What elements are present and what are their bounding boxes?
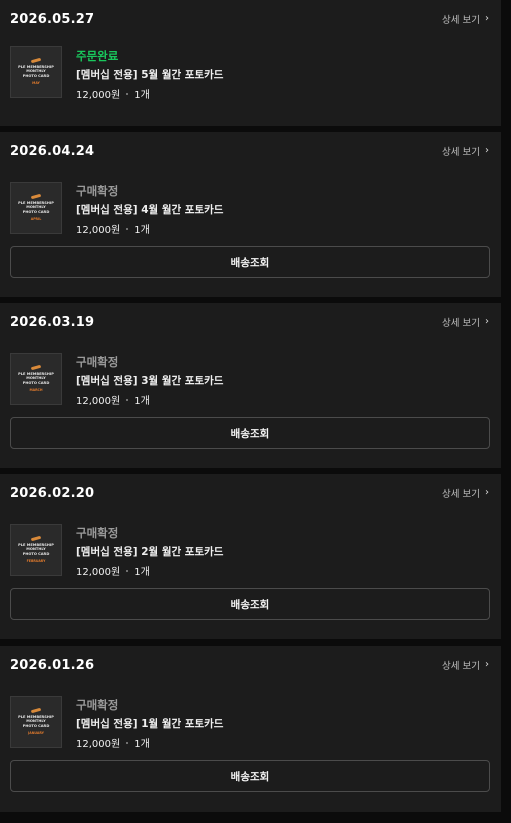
brand-logo-icon bbox=[30, 535, 42, 541]
product-name[interactable]: [멤버십 전용] 4월 월간 포토카드 bbox=[76, 202, 223, 217]
thumb-month: APRIL bbox=[30, 217, 42, 222]
chevron-right-icon: › bbox=[485, 659, 489, 670]
separator-dot bbox=[126, 741, 129, 744]
quantity: 1개 bbox=[134, 739, 150, 750]
chevron-right-icon: › bbox=[485, 145, 489, 156]
price: 12,000원 bbox=[76, 396, 121, 407]
order-status: 구매확정 bbox=[76, 355, 119, 369]
thumb-text: PHOTO CARD bbox=[22, 380, 50, 385]
order-card: 2026.01.26 상세 보기 › PLE MEMBERSHIP MONTHL… bbox=[0, 646, 501, 812]
view-detail-label: 상세 보기 bbox=[442, 489, 480, 500]
order-status: 구매확정 bbox=[76, 698, 119, 712]
view-detail-link[interactable]: 상세 보기 › bbox=[442, 12, 489, 27]
view-detail-link[interactable]: 상세 보기 › bbox=[442, 144, 489, 159]
thumb-text: PHOTO CARD bbox=[22, 209, 50, 214]
price-quantity: 12,000원 1개 bbox=[76, 221, 150, 236]
product-thumbnail[interactable]: PLE MEMBERSHIP MONTHLY PHOTO CARD MAY bbox=[10, 46, 62, 98]
order-date: 2026.01.26 bbox=[10, 658, 95, 673]
price: 12,000원 bbox=[76, 225, 121, 236]
thumb-text: PHOTO CARD bbox=[22, 723, 50, 728]
order-history-list: 2026.05.27 상세 보기 › PLE MEMBERSHIP MONTHL… bbox=[0, 0, 501, 823]
view-detail-label: 상세 보기 bbox=[442, 147, 480, 158]
order-date: 2026.03.19 bbox=[10, 315, 95, 330]
price-quantity: 12,000원 1개 bbox=[76, 86, 150, 101]
order-card: 2026.05.27 상세 보기 › PLE MEMBERSHIP MONTHL… bbox=[0, 0, 501, 126]
separator-dot bbox=[126, 92, 129, 95]
brand-logo-icon bbox=[30, 193, 42, 199]
chevron-right-icon: › bbox=[485, 316, 489, 327]
quantity: 1개 bbox=[134, 90, 150, 101]
product-name[interactable]: [멤버십 전용] 3월 월간 포토카드 bbox=[76, 373, 223, 388]
thumb-month: MARCH bbox=[29, 388, 43, 393]
separator-dot bbox=[126, 569, 129, 572]
track-shipment-button[interactable]: 배송조회 bbox=[10, 417, 490, 449]
thumb-text: PHOTO CARD bbox=[22, 73, 50, 78]
brand-logo-icon bbox=[30, 707, 42, 713]
product-thumbnail[interactable]: PLE MEMBERSHIP MONTHLY PHOTO CARD FEBRUA… bbox=[10, 524, 62, 576]
quantity: 1개 bbox=[134, 225, 150, 236]
track-shipment-button[interactable]: 배송조회 bbox=[10, 588, 490, 620]
order-date: 2026.04.24 bbox=[10, 144, 95, 159]
product-name[interactable]: [멤버십 전용] 1월 월간 포토카드 bbox=[76, 716, 223, 731]
separator-dot bbox=[126, 227, 129, 230]
view-detail-link[interactable]: 상세 보기 › bbox=[442, 486, 489, 501]
price: 12,000원 bbox=[76, 90, 121, 101]
order-card: 2026.04.24 상세 보기 › PLE MEMBERSHIP MONTHL… bbox=[0, 132, 501, 297]
order-date: 2026.02.20 bbox=[10, 486, 95, 501]
view-detail-link[interactable]: 상세 보기 › bbox=[442, 658, 489, 673]
price-quantity: 12,000원 1개 bbox=[76, 735, 150, 750]
thumb-month: FEBRUARY bbox=[26, 559, 46, 564]
view-detail-label: 상세 보기 bbox=[442, 318, 480, 329]
brand-logo-icon bbox=[30, 57, 42, 63]
quantity: 1개 bbox=[134, 396, 150, 407]
brand-logo-icon bbox=[30, 364, 42, 370]
product-thumbnail[interactable]: PLE MEMBERSHIP MONTHLY PHOTO CARD APRIL bbox=[10, 182, 62, 234]
product-name[interactable]: [멤버십 전용] 5월 월간 포토카드 bbox=[76, 67, 223, 82]
track-shipment-button[interactable]: 배송조회 bbox=[10, 760, 490, 792]
thumb-month: MAY bbox=[32, 81, 40, 86]
product-thumbnail[interactable]: PLE MEMBERSHIP MONTHLY PHOTO CARD MARCH bbox=[10, 353, 62, 405]
order-card: 2026.03.19 상세 보기 › PLE MEMBERSHIP MONTHL… bbox=[0, 303, 501, 468]
separator-dot bbox=[126, 398, 129, 401]
product-thumbnail[interactable]: PLE MEMBERSHIP MONTHLY PHOTO CARD JANUAR… bbox=[10, 696, 62, 748]
track-shipment-button[interactable]: 배송조회 bbox=[10, 246, 490, 278]
chevron-right-icon: › bbox=[485, 487, 489, 498]
order-status: 구매확정 bbox=[76, 184, 119, 198]
order-card: 2026.02.20 상세 보기 › PLE MEMBERSHIP MONTHL… bbox=[0, 474, 501, 639]
thumb-month: JANUARY bbox=[28, 731, 44, 736]
chevron-right-icon: › bbox=[485, 13, 489, 24]
price: 12,000원 bbox=[76, 567, 121, 578]
order-date: 2026.05.27 bbox=[10, 12, 95, 27]
view-detail-label: 상세 보기 bbox=[442, 661, 480, 672]
price-quantity: 12,000원 1개 bbox=[76, 392, 150, 407]
product-name[interactable]: [멤버십 전용] 2월 월간 포토카드 bbox=[76, 544, 223, 559]
thumb-text: PHOTO CARD bbox=[22, 551, 50, 556]
order-status: 구매확정 bbox=[76, 526, 119, 540]
quantity: 1개 bbox=[134, 567, 150, 578]
order-status: 주문완료 bbox=[76, 49, 119, 63]
view-detail-label: 상세 보기 bbox=[442, 15, 480, 26]
price: 12,000원 bbox=[76, 739, 121, 750]
view-detail-link[interactable]: 상세 보기 › bbox=[442, 315, 489, 330]
price-quantity: 12,000원 1개 bbox=[76, 563, 150, 578]
